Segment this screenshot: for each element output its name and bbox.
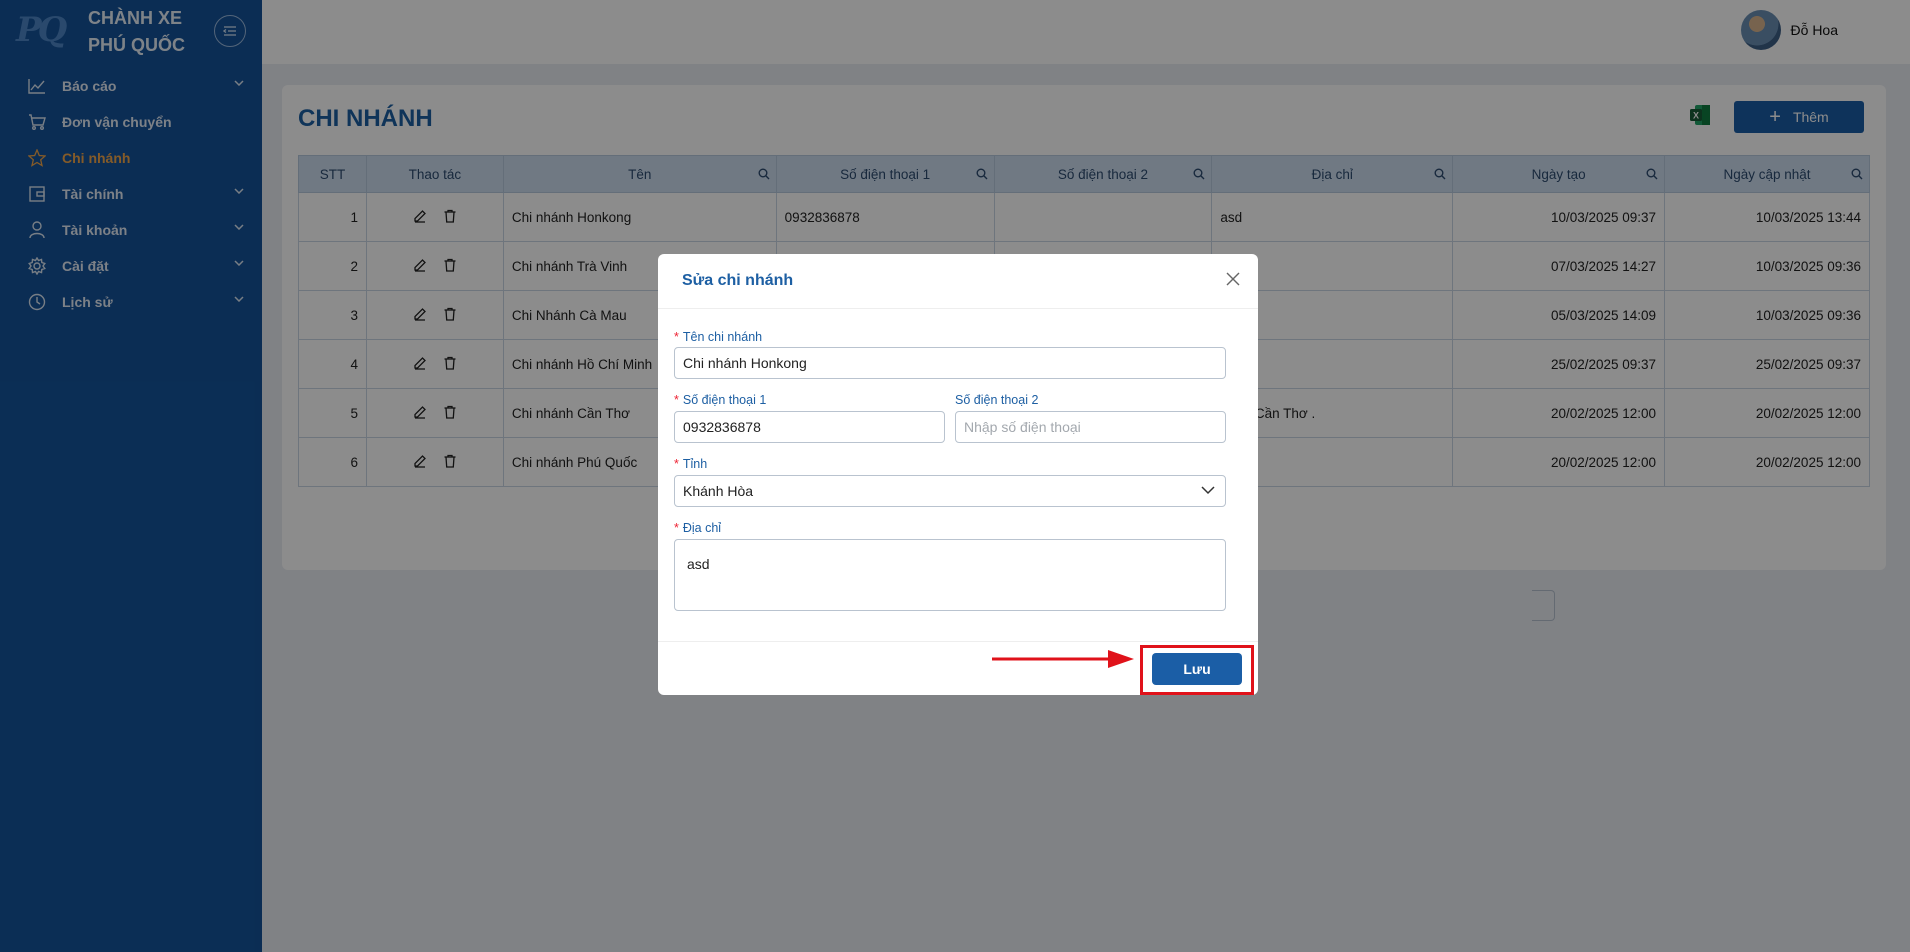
- address-label: * Địa chỉ: [674, 521, 722, 535]
- province-select[interactable]: Khánh Hòa: [674, 475, 1226, 507]
- branch-name-label: * Tên chi nhánh: [674, 330, 763, 344]
- phone2-label: Số điện thoại 2: [955, 393, 1039, 407]
- required-marker: *: [674, 521, 679, 535]
- phone1-label: * Số điện thoại 1: [674, 393, 767, 407]
- province-selected-value: Khánh Hòa: [683, 483, 754, 499]
- annotation-highlight-box: [1140, 645, 1254, 695]
- branch-name-input[interactable]: Chi nhánh Honkong: [674, 347, 1226, 379]
- modal-title: Sửa chi nhánh: [682, 272, 794, 289]
- close-icon[interactable]: [1226, 272, 1240, 286]
- edit-branch-modal: Sửa chi nhánh * Tên chi nhánh Chi nhánh H…: [658, 254, 1258, 695]
- phone2-input[interactable]: Nhập số điện thoại: [955, 411, 1226, 443]
- chevron-down-icon: [1201, 486, 1215, 495]
- address-textarea[interactable]: asd: [674, 539, 1226, 611]
- required-marker: *: [674, 393, 679, 407]
- phone1-input[interactable]: 0932836878: [674, 411, 945, 443]
- required-marker: *: [674, 457, 679, 471]
- modal-header: Sửa chi nhánh: [658, 254, 1258, 309]
- province-label: * Tỉnh: [674, 457, 708, 471]
- modal-footer-divider: [658, 641, 1258, 642]
- required-marker: *: [674, 330, 679, 344]
- annotation-arrow-icon: [992, 650, 1134, 668]
